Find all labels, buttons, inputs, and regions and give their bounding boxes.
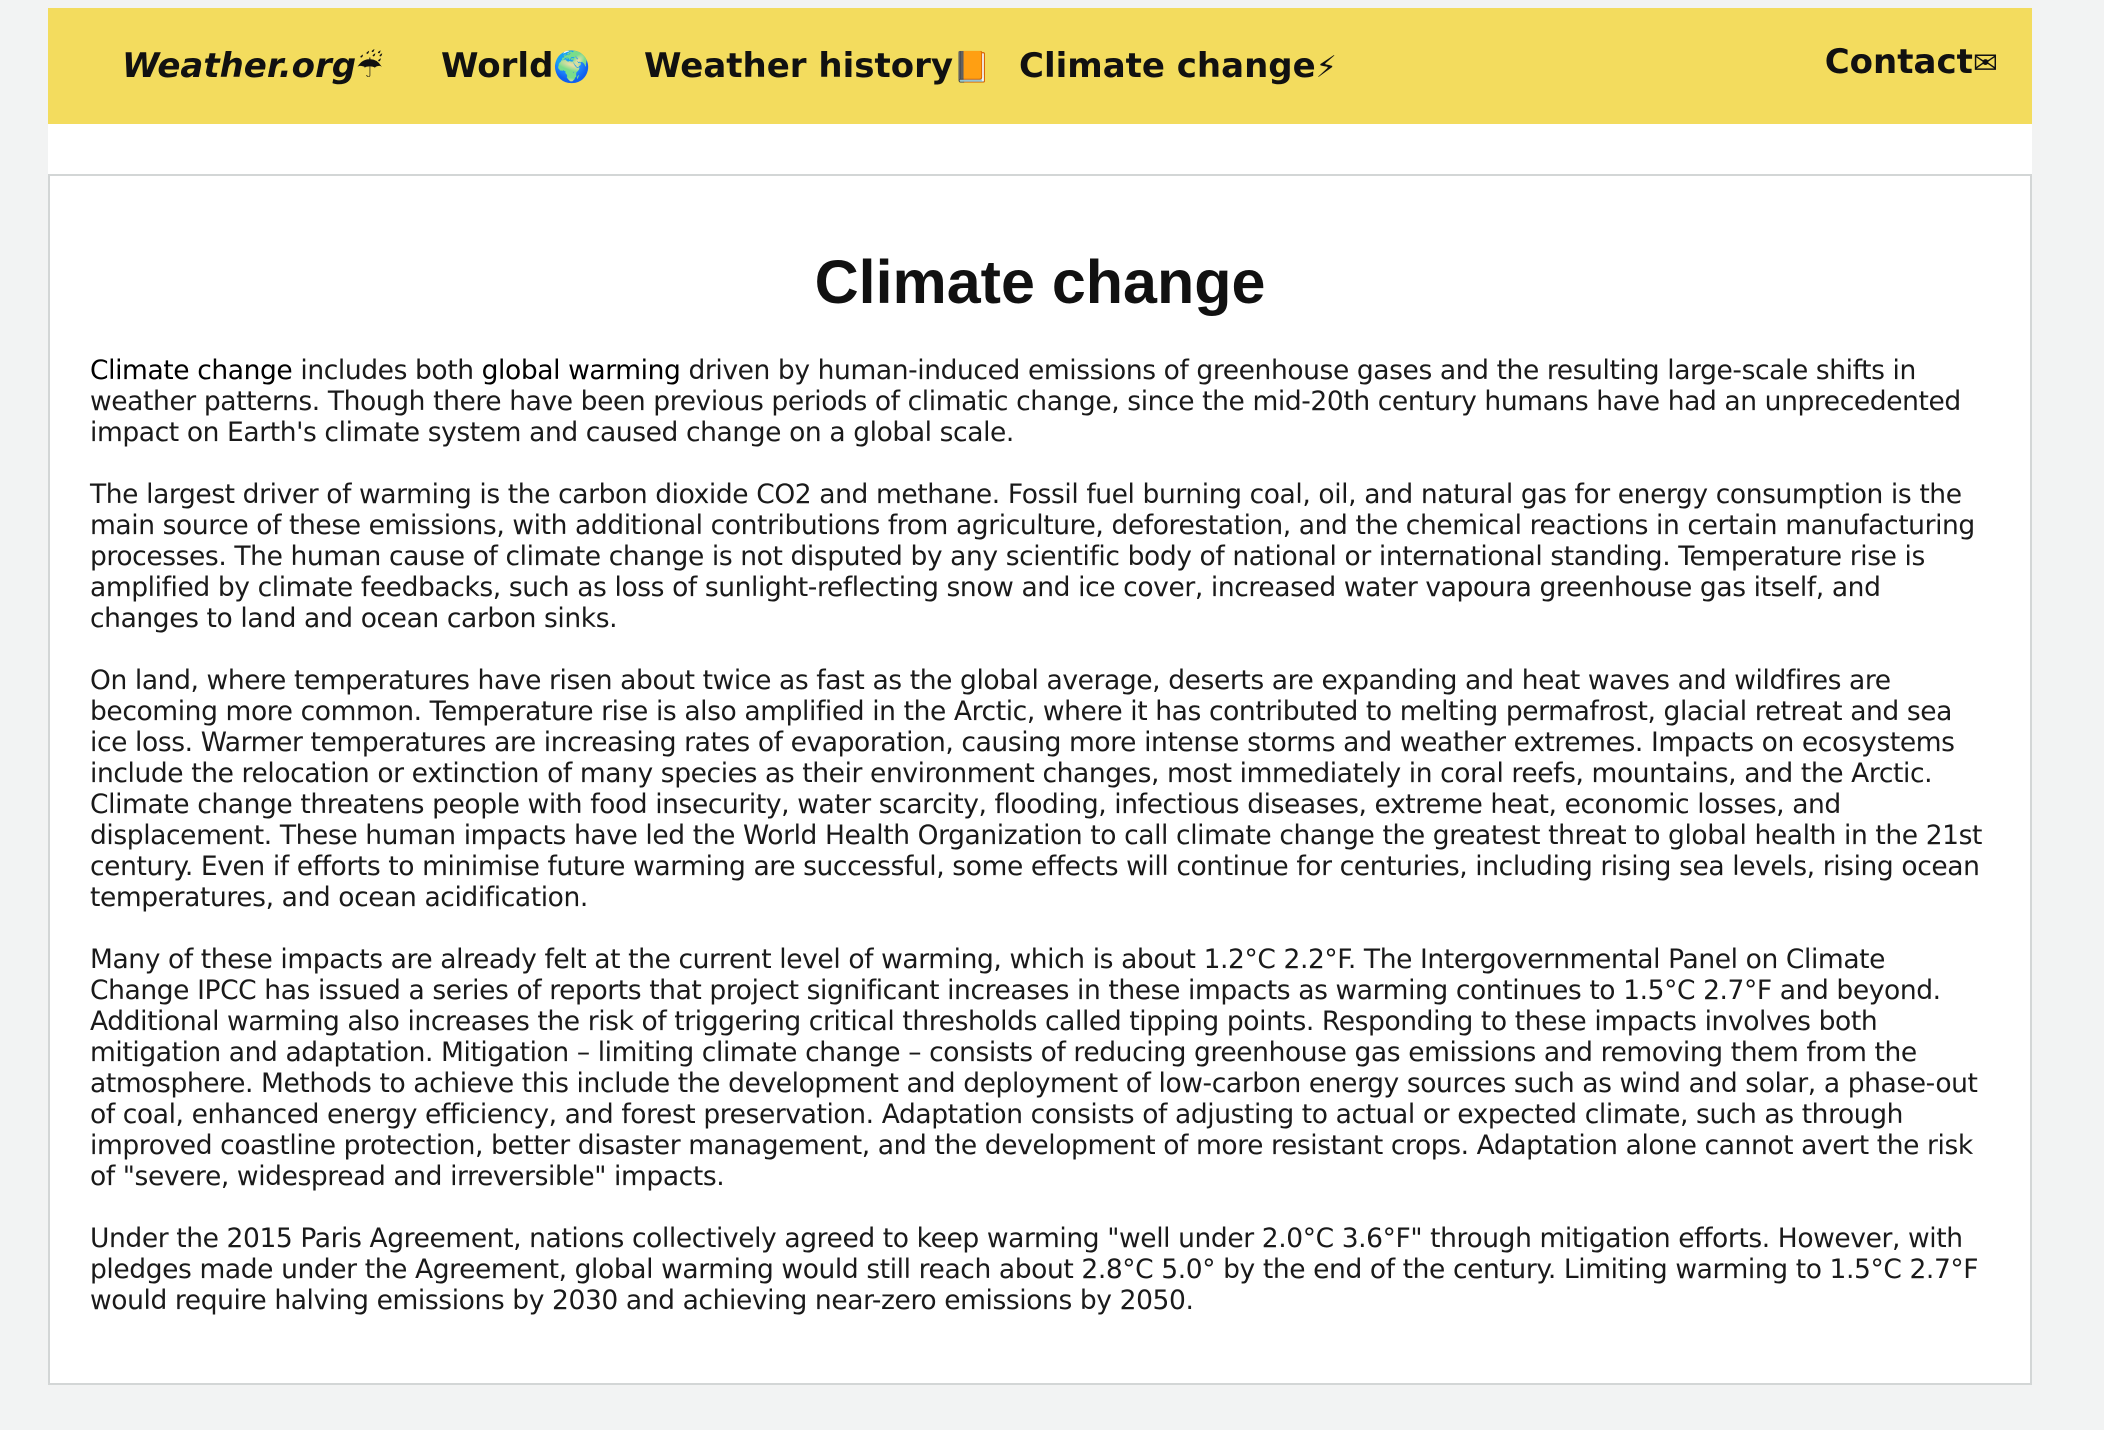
envelope-icon: ✉ (1972, 46, 1998, 81)
header-spacer (48, 124, 2032, 174)
brand-label: Weather.org (122, 46, 357, 86)
nav-item-contact-label: Contact (1824, 42, 1973, 82)
nav-item-contact[interactable]: Contact✉ (1825, 4, 1998, 120)
page: Weather.org☔ World🌍 Weather history📙 Cli… (0, 0, 2104, 1430)
article-paragraph-1: Climate change includes both global warm… (90, 355, 1990, 448)
umbrella-rain-icon: ☔ (356, 50, 384, 85)
term-global-warming: global warming (481, 355, 681, 386)
nav-item-climate-change[interactable]: Climate change⚡ (1019, 8, 1337, 124)
article-paragraph-5: Under the 2015 Paris Agreement, nations … (90, 1223, 1979, 1316)
nav-item-climate-change-label: Climate change (1019, 46, 1316, 86)
nav-item-weather-history-label: Weather history (644, 46, 954, 86)
nav-item-world-label: World (441, 46, 554, 86)
page-title: Climate change (814, 248, 1266, 316)
nav-item-weather-history[interactable]: Weather history📙 (644, 8, 990, 124)
brand-link[interactable]: Weather.org☔ (122, 8, 383, 124)
paragraph-1-text-a: includes both (292, 355, 482, 386)
book-icon: 📙 (953, 50, 991, 85)
article-paragraph-2: The largest driver of warming is the car… (90, 479, 1975, 634)
top-navbar: Weather.org☔ World🌍 Weather history📙 Cli… (48, 8, 2032, 124)
nav-item-world[interactable]: World🌍 (441, 8, 591, 124)
article-body: Climate change includes both global warm… (90, 355, 1990, 1347)
globe-icon: 🌍 (553, 50, 591, 85)
lightning-icon: ⚡ (1315, 50, 1337, 85)
term-climate-change: Climate change (90, 355, 293, 386)
article-paragraph-4: Many of these impacts are already felt a… (90, 944, 1978, 1192)
article-paragraph-3: On land, where temperatures have risen a… (90, 665, 1983, 913)
